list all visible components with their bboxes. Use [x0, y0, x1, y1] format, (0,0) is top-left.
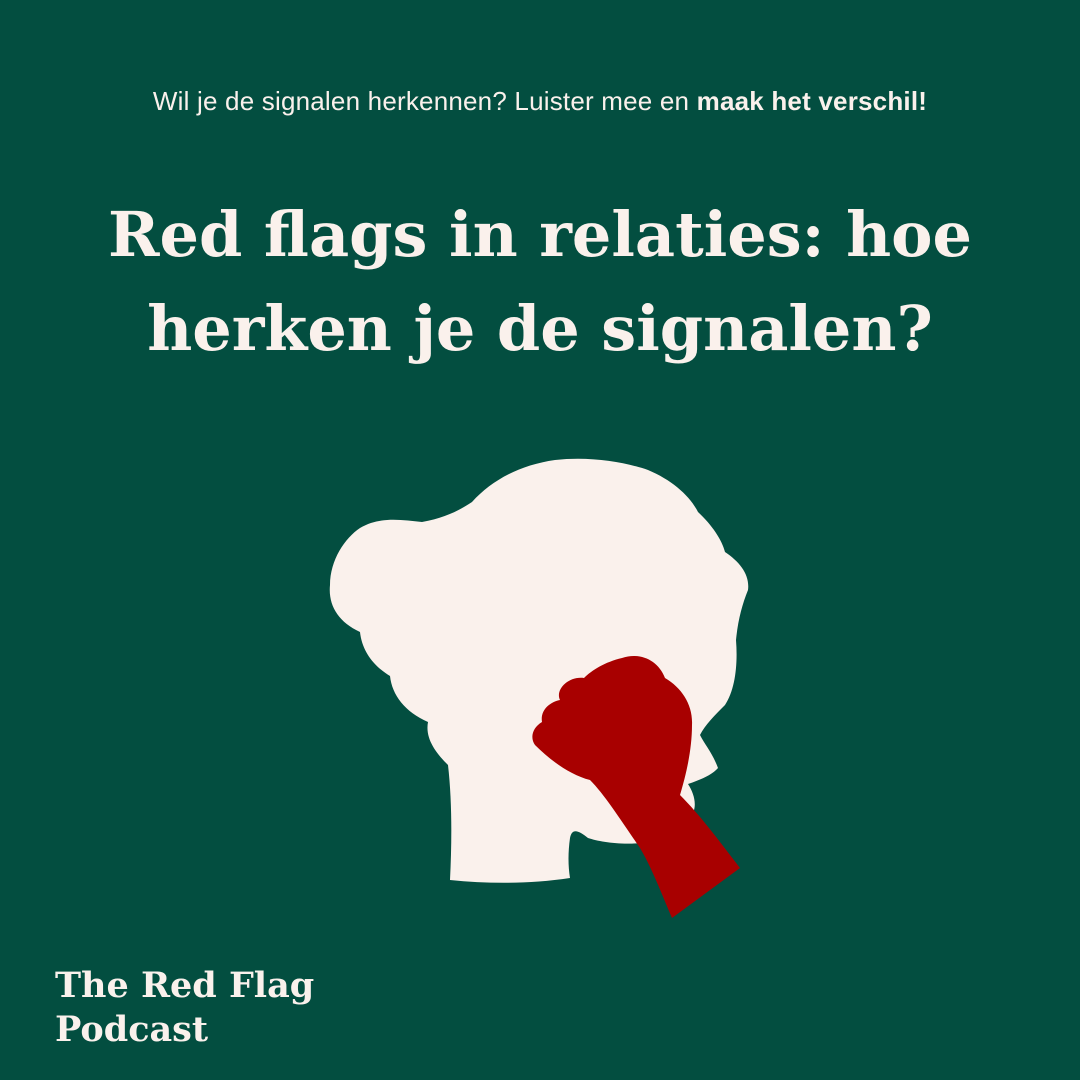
brand-line-1: The Red Flag — [55, 965, 315, 1006]
brand-line-2: Podcast — [55, 1009, 209, 1050]
head-with-fist-illustration — [329, 458, 749, 918]
podcast-brand-logo: The Red Flag Podcast — [55, 964, 314, 1052]
page-title: Red flags in relaties: hoe herken je de … — [60, 188, 1020, 376]
page-title-line-1: Red flags in relaties: hoe — [108, 198, 972, 271]
tagline-emphasis: maak het verschil! — [696, 86, 928, 116]
page-title-line-2: herken je de signalen? — [147, 292, 933, 365]
tagline: Wil je de signalen herkennen? Luister me… — [0, 86, 1080, 117]
podcast-card: Wil je de signalen herkennen? Luister me… — [0, 0, 1080, 1080]
tagline-text: Wil je de signalen herkennen? Luister me… — [152, 86, 697, 116]
